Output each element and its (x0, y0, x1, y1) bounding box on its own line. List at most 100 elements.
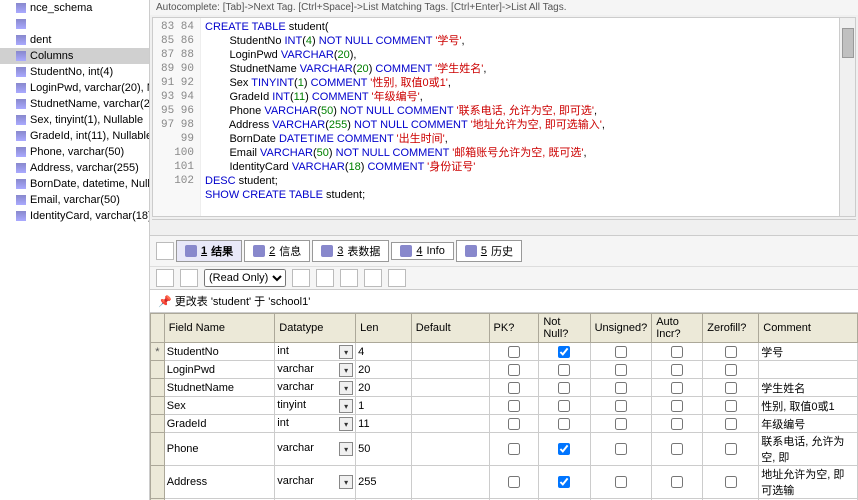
nn-cell[interactable] (539, 397, 590, 415)
column-header[interactable]: Len (356, 314, 412, 343)
datatype-cell[interactable]: tinyint (275, 397, 356, 415)
un-checkbox[interactable] (615, 400, 627, 412)
dropdown-icon[interactable] (339, 442, 353, 456)
table-row[interactable]: StudnetNamevarchar20学生姓名 (151, 379, 858, 397)
tab-表数据[interactable]: 3 表数据 (312, 240, 389, 262)
ai-cell[interactable] (652, 415, 703, 433)
nn-checkbox[interactable] (558, 346, 570, 358)
table-row[interactable]: *StudentNoint4学号 (151, 343, 858, 361)
tree-item[interactable]: BornDate, datetime, Nulla (0, 176, 149, 192)
dropdown-icon[interactable] (339, 363, 353, 377)
pk-checkbox[interactable] (508, 382, 520, 394)
tree-item[interactable]: Address, varchar(255) (0, 160, 149, 176)
refresh-icon[interactable] (388, 269, 406, 287)
code-area[interactable]: CREATE TABLE student( StudentNo INT(4) N… (201, 18, 839, 216)
pk-cell[interactable] (489, 433, 539, 466)
comment-cell[interactable]: 学号 (759, 343, 858, 361)
default-cell[interactable] (411, 433, 489, 466)
column-header[interactable]: Zerofill? (703, 314, 759, 343)
table-row[interactable]: LoginPwdvarchar20 (151, 361, 858, 379)
nn-cell[interactable] (539, 415, 590, 433)
prev-icon[interactable] (316, 269, 334, 287)
field-name-cell[interactable]: Address (164, 466, 275, 499)
dropdown-icon[interactable] (339, 345, 353, 359)
dropdown-icon[interactable] (339, 399, 353, 413)
un-checkbox[interactable] (615, 346, 627, 358)
tree-item[interactable]: IdentityCard, varchar(18), (0, 208, 149, 224)
comment-cell[interactable] (759, 361, 858, 379)
default-cell[interactable] (411, 397, 489, 415)
pk-cell[interactable] (489, 361, 539, 379)
vertical-scrollbar[interactable] (839, 18, 855, 216)
column-header[interactable]: Datatype (275, 314, 356, 343)
export-icon[interactable] (156, 269, 174, 287)
ai-cell[interactable] (652, 433, 703, 466)
field-name-cell[interactable]: StudentNo (164, 343, 275, 361)
datatype-cell[interactable]: int (275, 415, 356, 433)
save-icon[interactable] (364, 269, 382, 287)
nn-checkbox[interactable] (558, 400, 570, 412)
default-cell[interactable] (411, 379, 489, 397)
pk-cell[interactable] (489, 343, 539, 361)
horizontal-scrollbar[interactable] (152, 219, 856, 235)
comment-cell[interactable]: 地址允许为空, 即可选输 (759, 466, 858, 499)
ai-cell[interactable] (652, 397, 703, 415)
ai-cell[interactable] (652, 466, 703, 499)
pk-cell[interactable] (489, 415, 539, 433)
table-row[interactable]: Addressvarchar255 地址允许为空, 即可选输 (151, 466, 858, 499)
un-checkbox[interactable] (615, 418, 627, 430)
ai-checkbox[interactable] (671, 400, 683, 412)
nn-checkbox[interactable] (558, 418, 570, 430)
tab-结果[interactable]: 1 结果 (176, 240, 242, 262)
un-cell[interactable] (590, 379, 652, 397)
comment-cell[interactable]: 联系电话, 允许为空, 即 (759, 433, 858, 466)
nn-checkbox[interactable] (558, 476, 570, 488)
default-cell[interactable] (411, 343, 489, 361)
len-cell[interactable]: 20 (356, 361, 412, 379)
pk-cell[interactable] (489, 397, 539, 415)
column-header[interactable]: PK? (489, 314, 539, 343)
zf-cell[interactable] (703, 466, 759, 499)
zf-checkbox[interactable] (725, 364, 737, 376)
field-name-cell[interactable]: Sex (164, 397, 275, 415)
grid-icon[interactable] (180, 269, 198, 287)
zf-checkbox[interactable] (725, 382, 737, 394)
ai-checkbox[interactable] (671, 476, 683, 488)
object-tree[interactable]: nce_schemadentColumnsStudentNo, int(4)Lo… (0, 0, 150, 500)
field-name-cell[interactable]: StudnetName (164, 379, 275, 397)
comment-cell[interactable]: 学生姓名 (759, 379, 858, 397)
field-name-cell[interactable]: Phone (164, 433, 275, 466)
field-name-cell[interactable]: GradeId (164, 415, 275, 433)
column-header[interactable]: Not Null? (539, 314, 590, 343)
nn-cell[interactable] (539, 433, 590, 466)
datatype-cell[interactable]: varchar (275, 466, 356, 499)
zf-cell[interactable] (703, 361, 759, 379)
ai-checkbox[interactable] (671, 382, 683, 394)
tree-item[interactable]: Columns (0, 48, 149, 64)
tab-信息[interactable]: 2 信息 (244, 240, 310, 262)
table-row[interactable]: GradeIdint11年级编号 (151, 415, 858, 433)
column-header[interactable]: Comment (759, 314, 858, 343)
nn-cell[interactable] (539, 379, 590, 397)
pk-cell[interactable] (489, 379, 539, 397)
table-row[interactable]: Phonevarchar50联系电话, 允许为空, 即 (151, 433, 858, 466)
un-cell[interactable] (590, 466, 652, 499)
table-row[interactable]: Sextinyint1性别, 取值0或1 (151, 397, 858, 415)
ai-cell[interactable] (652, 361, 703, 379)
column-header[interactable]: Auto Incr? (652, 314, 703, 343)
tree-item[interactable]: Sex, tinyint(1), Nullable (0, 112, 149, 128)
nn-checkbox[interactable] (558, 364, 570, 376)
nn-cell[interactable] (539, 466, 590, 499)
un-cell[interactable] (590, 415, 652, 433)
pk-cell[interactable] (489, 466, 539, 499)
ai-checkbox[interactable] (671, 443, 683, 455)
pk-checkbox[interactable] (508, 418, 520, 430)
field-name-cell[interactable]: LoginPwd (164, 361, 275, 379)
len-cell[interactable]: 255 (356, 466, 412, 499)
pk-checkbox[interactable] (508, 476, 520, 488)
un-cell[interactable] (590, 397, 652, 415)
tree-item[interactable]: dent (0, 32, 149, 48)
default-cell[interactable] (411, 466, 489, 499)
next-icon[interactable] (340, 269, 358, 287)
un-cell[interactable] (590, 361, 652, 379)
